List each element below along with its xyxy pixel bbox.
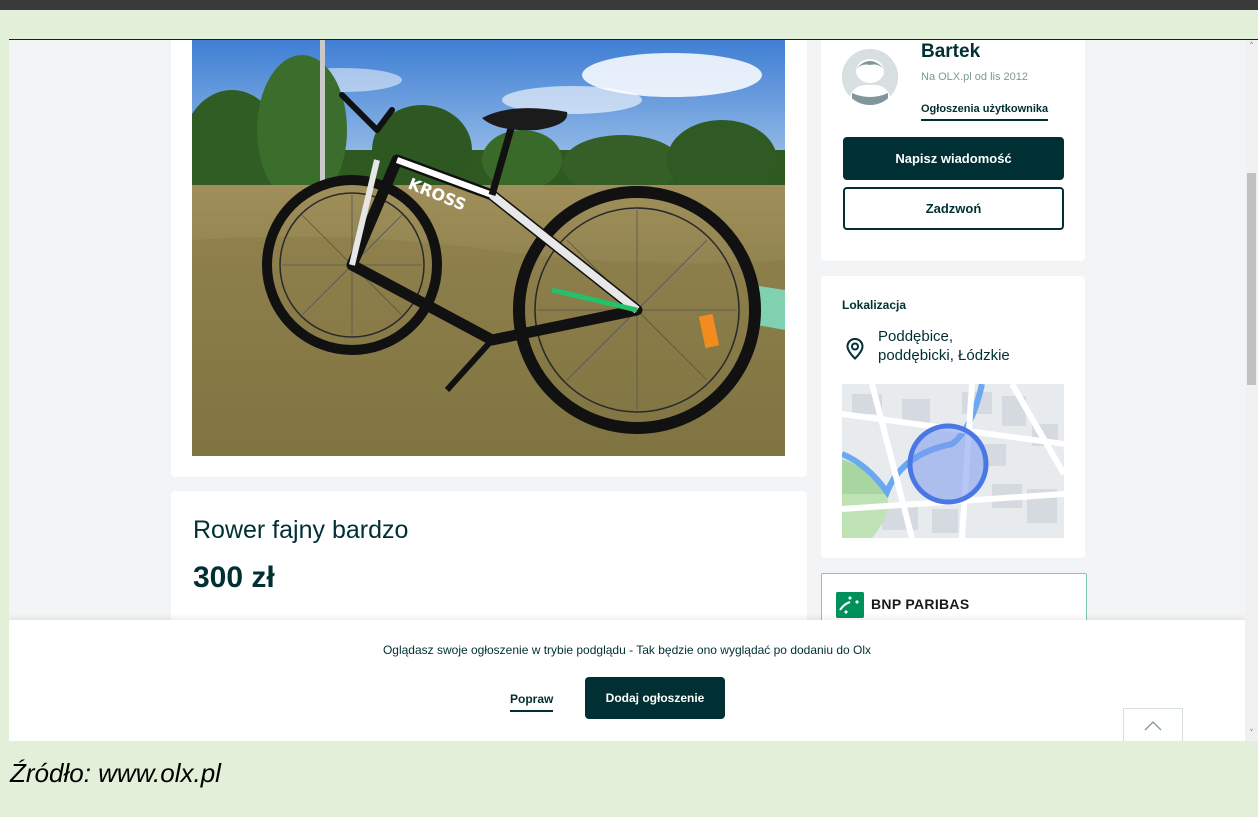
top-frame-bar bbox=[0, 0, 1258, 10]
back-to-top-button[interactable] bbox=[1123, 708, 1183, 741]
browser-viewport: KROSS Rower fajny bardzo 300 zł Bartek N… bbox=[9, 40, 1245, 741]
seller-ads-link[interactable]: Ogłoszenia użytkownika bbox=[921, 103, 1049, 121]
preview-message: Oglądasz swoje ogłoszenie w trybie podgl… bbox=[382, 643, 872, 657]
send-message-button[interactable]: Napisz wiadomość bbox=[843, 137, 1064, 180]
photo-card: KROSS bbox=[171, 40, 807, 477]
location-heading: Lokalizacja bbox=[842, 298, 907, 312]
bank-name: BNP PARIBAS bbox=[871, 596, 970, 612]
location-pin-icon bbox=[846, 338, 864, 360]
seller-member-since: Na OLX.pl od lis 2012 bbox=[921, 71, 1029, 83]
edit-button[interactable]: Popraw bbox=[510, 692, 554, 712]
publish-ad-button[interactable]: Dodaj ogłoszenie bbox=[585, 677, 725, 719]
chevron-up-icon bbox=[1144, 721, 1162, 731]
location-region: poddębicki, Łódzkie bbox=[878, 347, 1010, 364]
user-avatar-icon bbox=[842, 49, 898, 105]
location-card: Lokalizacja Poddębice, poddębicki, Łódzk… bbox=[821, 276, 1085, 558]
listing-photo[interactable]: KROSS bbox=[192, 40, 785, 456]
seller-avatar bbox=[842, 49, 898, 105]
call-button[interactable]: Zadzwoń bbox=[843, 187, 1064, 230]
listing-price: 300 zł bbox=[193, 561, 275, 594]
map-image bbox=[842, 384, 1064, 538]
location-city: Poddębice, bbox=[878, 328, 954, 345]
scroll-down-arrow-icon[interactable]: ˅ bbox=[1245, 727, 1258, 741]
title-card: Rower fajny bardzo 300 zł bbox=[171, 491, 807, 631]
preview-bar: Oglądasz swoje ogłoszenie w trybie podgl… bbox=[9, 620, 1245, 741]
scrollbar-thumb[interactable] bbox=[1247, 173, 1256, 385]
listing-title: Rower fajny bardzo bbox=[193, 516, 409, 544]
seller-card: Bartek Na OLX.pl od lis 2012 Ogłoszenia … bbox=[821, 40, 1085, 261]
bnp-logo-icon bbox=[836, 592, 864, 618]
vertical-scrollbar[interactable]: ˄ ˅ bbox=[1245, 40, 1258, 741]
bicycle-photo: KROSS bbox=[192, 40, 785, 456]
scroll-up-arrow-icon[interactable]: ˄ bbox=[1245, 40, 1258, 54]
location-text: Poddębice, poddębicki, Łódzkie bbox=[878, 327, 1068, 365]
source-caption: Źródło: www.olx.pl bbox=[10, 758, 221, 788]
location-map[interactable] bbox=[842, 384, 1064, 538]
seller-name: Bartek bbox=[921, 41, 981, 62]
